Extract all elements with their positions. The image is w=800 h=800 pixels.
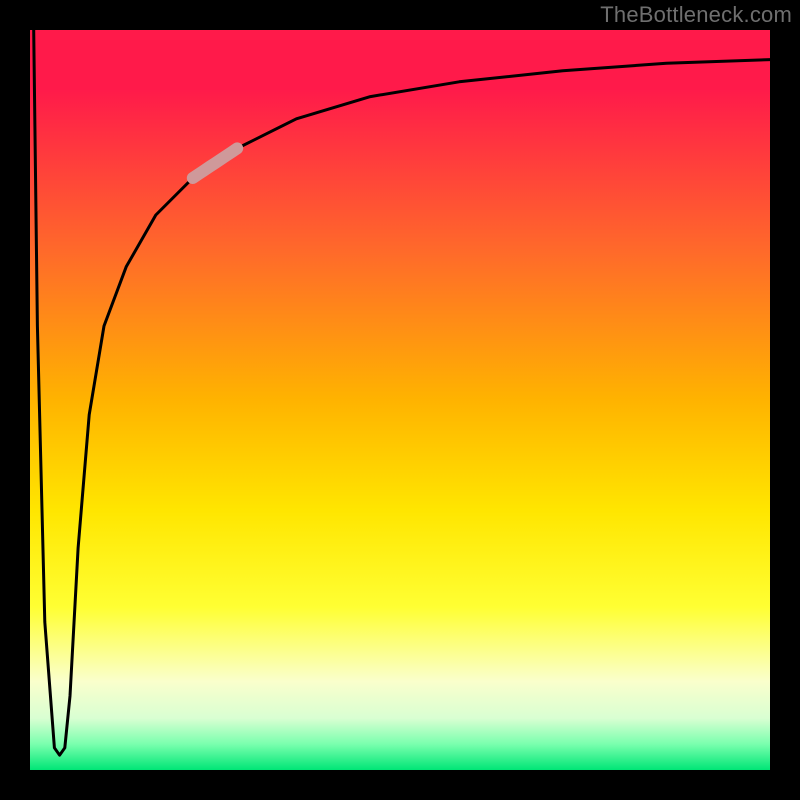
chart-svg xyxy=(0,0,800,800)
plot-background xyxy=(30,30,770,770)
watermark-text: TheBottleneck.com xyxy=(600,2,792,28)
chart-frame: TheBottleneck.com xyxy=(0,0,800,800)
